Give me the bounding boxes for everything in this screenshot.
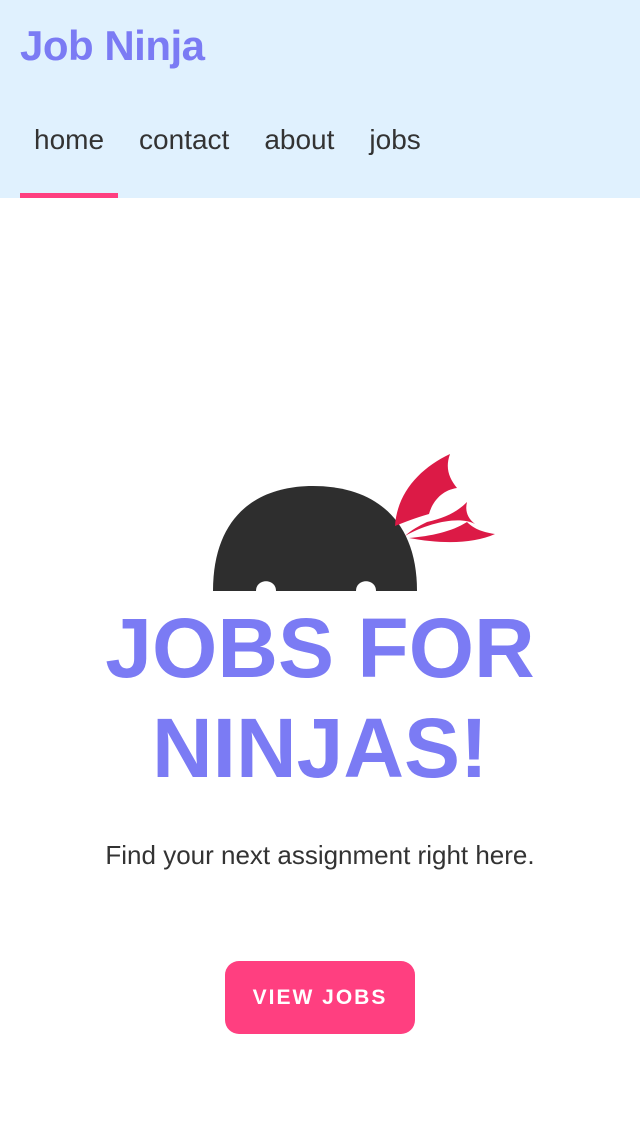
nav-contact[interactable]: contact — [125, 110, 243, 198]
view-jobs-button[interactable]: VIEW JOBS — [225, 961, 415, 1034]
main-nav: home contact about jobs — [20, 110, 442, 198]
hero-title-line1: JOBS FOR — [105, 601, 535, 695]
brand-logo[interactable]: Job Ninja — [20, 20, 205, 72]
nav-home[interactable]: home — [20, 110, 119, 198]
hero-section: JOBS FOR NINJAS! Find your next assignme… — [0, 198, 640, 1136]
hero-title: JOBS FOR NINJAS! — [0, 598, 640, 798]
nav-about[interactable]: about — [250, 110, 348, 198]
ninja-icon — [213, 454, 495, 591]
app-header: Job Ninja home contact about jobs — [0, 0, 640, 198]
nav-jobs[interactable]: jobs — [355, 110, 434, 198]
hero-subtitle: Find your next assignment right here. — [105, 840, 535, 870]
hero-title-line2: NINJAS! — [151, 701, 489, 795]
